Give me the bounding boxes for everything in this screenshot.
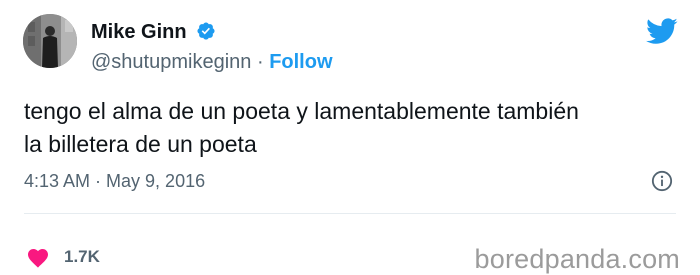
heart-icon — [28, 249, 48, 268]
author-handle[interactable]: @shutupmikeginn — [91, 51, 251, 73]
avatar-photo — [23, 14, 77, 68]
like-count: 1.7K — [64, 247, 100, 266]
twitter-bird-icon[interactable] — [646, 18, 678, 45]
divider — [24, 213, 676, 214]
tweet-timestamp[interactable]: 4:13 AM · May 9, 2016 — [24, 169, 205, 193]
handle-separator: · — [256, 51, 264, 73]
watermark: boredpanda.com — [474, 244, 680, 274]
like-button[interactable]: 1.7K — [26, 246, 100, 268]
follow-button[interactable]: Follow — [269, 51, 332, 73]
author-handle-row: @shutupmikeginn · Follow — [91, 50, 333, 74]
verified-badge-icon — [197, 22, 215, 40]
author-display-name[interactable]: Mike Ginn — [91, 21, 187, 43]
avatar[interactable] — [23, 14, 77, 68]
author-name-row[interactable]: Mike Ginn — [91, 20, 216, 44]
info-icon[interactable] — [651, 170, 673, 192]
tweet-text: tengo el alma de un poeta y lamentableme… — [24, 98, 579, 157]
